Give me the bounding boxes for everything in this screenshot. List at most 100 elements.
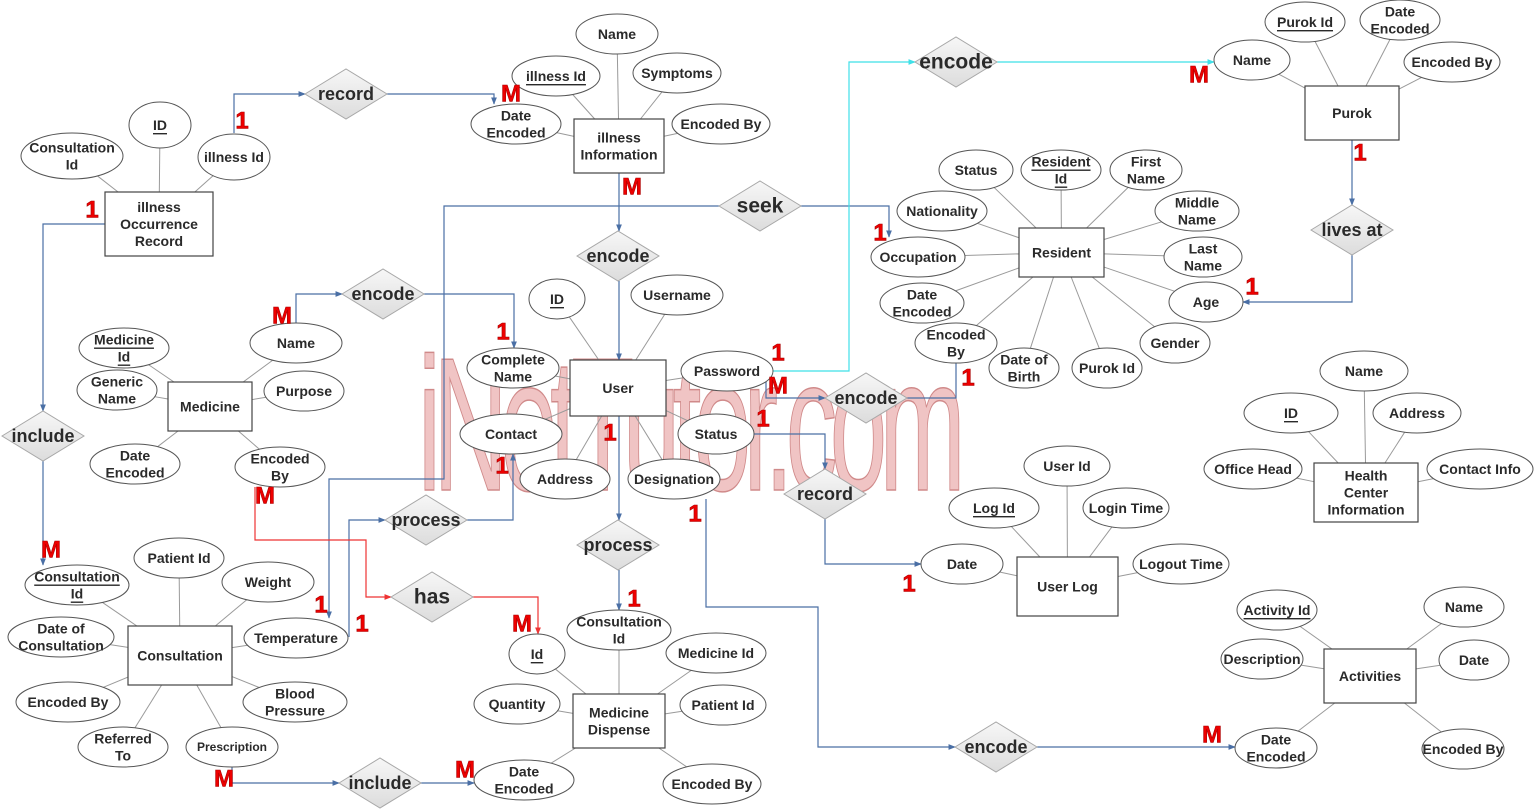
attribute-last-name[interactable]: LastName [1163, 236, 1243, 278]
attribute-patient-id[interactable]: Patient Id [133, 537, 225, 579]
attribute-purok-id[interactable]: Purok Id [1071, 347, 1143, 389]
attribute-quantity[interactable]: Quantity [473, 683, 561, 725]
attribute-blood-pressure[interactable]: BloodPressure [242, 681, 348, 723]
attribute-id-key[interactable]: ID [528, 278, 586, 320]
relationship-encode[interactable]: encode [914, 36, 998, 88]
attribute-address[interactable]: Address [519, 458, 611, 500]
attribute-gender[interactable]: Gender [1139, 322, 1211, 364]
attribute-date-of-birth[interactable]: Date ofBirth [988, 347, 1060, 389]
attribute-id-key[interactable]: ID [1243, 392, 1339, 434]
attribute-age[interactable]: Age [1168, 281, 1244, 323]
svg-text:Designation: Designation [634, 471, 714, 487]
entity-resident[interactable]: Resident [1018, 227, 1105, 278]
attribute-name[interactable]: Name [1213, 39, 1291, 81]
attribute-username[interactable]: Username [630, 274, 724, 316]
attribute-middle-name[interactable]: MiddleName [1154, 190, 1240, 232]
svg-text:Date of: Date of [37, 621, 85, 637]
attribute-encoded-by[interactable]: EncodedBy [234, 446, 326, 488]
attribute-date-encoded[interactable]: DateEncoded [1359, 0, 1441, 41]
attribute-referred-to[interactable]: ReferredTo [77, 726, 169, 768]
attribute-generic-name[interactable]: GenericName [76, 369, 158, 411]
attribute-encoded-by[interactable]: EncodedBy [914, 322, 998, 364]
attribute-date-encoded[interactable]: DateEncoded [470, 103, 562, 145]
attribute-password[interactable]: Password [680, 350, 774, 392]
attribute-resident-id-key[interactable]: ResidentId [1020, 149, 1102, 191]
entity-purok[interactable]: Purok [1304, 85, 1400, 141]
attribute-name[interactable]: Name [1423, 586, 1505, 628]
relationship-encode[interactable]: encode [576, 230, 660, 282]
attribute-illness-id-key[interactable]: illness Id [511, 55, 601, 97]
relationship-has[interactable]: has [390, 571, 474, 623]
attribute-date-encoded[interactable]: DateEncoded [473, 759, 575, 801]
attribute-connector [955, 267, 1020, 292]
attribute-encoded-by[interactable]: Encoded By [662, 763, 762, 805]
attribute-purok-id-key[interactable]: Purok Id [1264, 1, 1346, 43]
entity-illness-occurrence-record[interactable]: illnessOccurrenceRecord [104, 191, 214, 257]
entity-user-log[interactable]: User Log [1016, 556, 1119, 617]
entity-health-center-information[interactable]: HealthCenterInformation [1313, 462, 1419, 523]
attribute-name[interactable]: Name [575, 13, 659, 55]
attribute-symptoms[interactable]: Symptoms [632, 52, 722, 94]
entity-activities[interactable]: Activities [1323, 648, 1417, 704]
attribute-id-key[interactable]: Id [508, 633, 566, 675]
attribute-nationality[interactable]: Nationality [896, 190, 988, 232]
attribute-user-id[interactable]: User Id [1023, 445, 1111, 487]
attribute-logout-time[interactable]: Logout Time [1132, 543, 1230, 585]
relationship-seek[interactable]: seek [718, 180, 802, 232]
attribute-purpose[interactable]: Purpose [263, 370, 345, 412]
attribute-id-key[interactable]: ID [128, 101, 192, 149]
relationship-include[interactable]: include [338, 757, 422, 809]
relationship-include[interactable]: include [1, 410, 85, 462]
attribute-illness-id[interactable]: illness Id [197, 133, 271, 181]
attribute-consultation-id[interactable]: ConsultationId [566, 609, 672, 651]
attribute-contact[interactable]: Contact [459, 413, 563, 455]
svg-text:Age: Age [1193, 294, 1220, 310]
attribute-consultation-id[interactable]: ConsultationId [20, 132, 124, 180]
attribute-temperature[interactable]: Temperature [243, 617, 349, 659]
attribute-encoded-by[interactable]: Encoded By [671, 103, 771, 145]
entity-consultation[interactable]: Consultation [127, 625, 233, 686]
attribute-date-of-consultation[interactable]: Date ofConsultation [7, 616, 115, 658]
svg-text:Encoded: Encoded [926, 327, 985, 343]
relationship-encode[interactable]: encode [954, 721, 1038, 773]
attribute-patient-id[interactable]: Patient Id [679, 684, 767, 726]
attribute-prescription[interactable]: Prescription [185, 726, 279, 768]
cardinality-one: 1 [688, 501, 701, 528]
attribute-log-id-key[interactable]: Log Id [948, 487, 1040, 529]
attribute-address[interactable]: Address [1372, 392, 1462, 434]
attribute-consultation-id-key[interactable]: ConsultationId [24, 564, 130, 606]
attribute-date[interactable]: Date [920, 543, 1004, 585]
attribute-medicine-id[interactable]: Medicine Id [665, 632, 767, 674]
attribute-date-encoded[interactable]: DateEncoded [89, 443, 181, 485]
attribute-office-head[interactable]: Office Head [1203, 448, 1303, 490]
attribute-login-time[interactable]: Login Time [1082, 487, 1170, 529]
entity-user[interactable]: User [569, 359, 667, 417]
entity-illness-information[interactable]: illnessInformation [573, 118, 665, 174]
attribute-encoded-by[interactable]: Encoded By [1403, 41, 1501, 83]
attribute-status[interactable]: Status [677, 413, 755, 455]
attribute-date-encoded[interactable]: DateEncoded [879, 282, 965, 324]
svg-text:Record: Record [135, 233, 183, 249]
entity-medicine[interactable]: Medicine [167, 381, 253, 432]
cardinality-many: M [255, 483, 275, 510]
attribute-medicine-id-key[interactable]: MedicineId [78, 327, 170, 369]
attribute-encoded-by[interactable]: Encoded By [15, 681, 121, 723]
cardinality-many: M [622, 174, 642, 201]
relationship-record[interactable]: record [304, 68, 388, 120]
attribute-first-name[interactable]: FirstName [1109, 149, 1183, 191]
attribute-encoded-by[interactable]: Encoded By [1421, 728, 1505, 770]
attribute-description[interactable]: Description [1220, 638, 1304, 680]
relationship-encode[interactable]: encode [341, 268, 425, 320]
attribute-name[interactable]: Name [249, 322, 343, 364]
attribute-name[interactable]: Name [1319, 350, 1409, 392]
attribute-date-encoded[interactable]: DateEncoded [1234, 727, 1318, 769]
attribute-status[interactable]: Status [938, 149, 1014, 191]
attribute-weight[interactable]: Weight [221, 561, 315, 603]
relationship-lives-at[interactable]: lives at [1310, 204, 1394, 256]
attribute-complete-name[interactable]: CompleteName [466, 347, 560, 389]
attribute-activity-id-key[interactable]: Activity Id [1236, 589, 1318, 631]
entity-medicine-dispense[interactable]: MedicineDispense [572, 693, 666, 749]
attribute-contact-info[interactable]: Contact Info [1426, 448, 1534, 490]
attribute-designation[interactable]: Designation [627, 458, 721, 500]
attribute-date[interactable]: Date [1438, 639, 1510, 681]
